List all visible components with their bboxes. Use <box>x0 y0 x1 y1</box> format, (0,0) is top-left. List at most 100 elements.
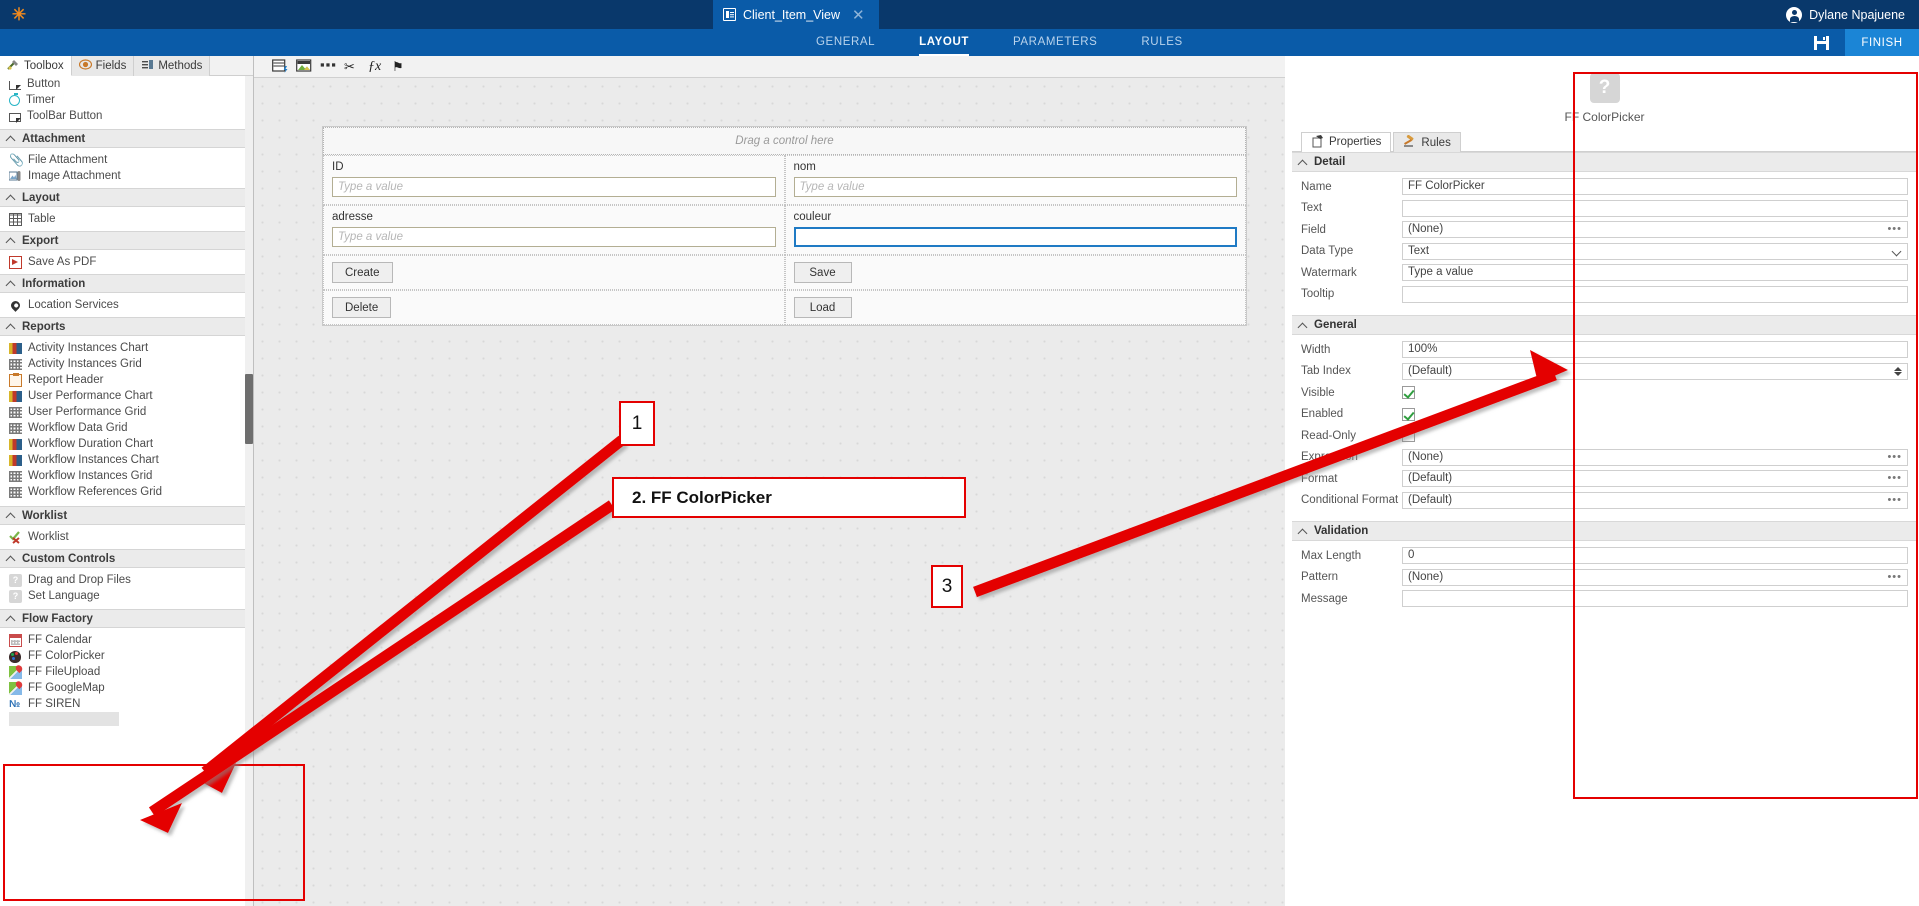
sidebar-item-ff-calendar[interactable]: FF Calendar <box>0 632 253 648</box>
sidebar-item-user-performance-grid[interactable]: User Performance Grid <box>0 404 253 420</box>
insert-field-icon[interactable] <box>272 59 288 74</box>
tab-properties[interactable]: Properties <box>1301 132 1391 152</box>
tab-parameters[interactable]: PARAMETERS <box>991 29 1119 56</box>
form-field-nom[interactable]: nom Type a value <box>785 155 1247 205</box>
flag-icon[interactable]: ⚑ <box>392 59 408 74</box>
tab-general[interactable]: GENERAL <box>794 29 897 56</box>
chevron-up-icon <box>7 614 16 623</box>
document-tab[interactable]: Client_Item_View ✕ <box>713 0 879 29</box>
function-icon[interactable]: ƒx <box>368 59 384 74</box>
sidebar-item-activity-instances-grid[interactable]: Activity Instances Grid <box>0 356 253 372</box>
sidebar-item-user-performance-chart[interactable]: User Performance Chart <box>0 388 253 404</box>
sidebar-item-image-attachment[interactable]: Image Attachment <box>0 168 253 184</box>
sidebar-item-button[interactable]: Button <box>0 76 253 92</box>
load-button[interactable]: Load <box>794 297 852 318</box>
canvas-toolbar: ▪▪▪ ✂a ƒx ⚑ <box>254 56 1285 78</box>
sidebar-group-flow-factory[interactable]: Flow Factory <box>0 609 253 628</box>
form-field-couleur[interactable]: couleur <box>785 205 1247 255</box>
property-label: Visible <box>1301 387 1402 399</box>
sidebar-item-worklist[interactable]: Worklist <box>0 529 253 545</box>
form-field-id[interactable]: ID Type a value <box>323 155 785 205</box>
sidebar-item-workflow-instances-chart[interactable]: Workflow Instances Chart <box>0 452 253 468</box>
value-text: FF ColorPicker <box>1408 179 1485 194</box>
tab-rules[interactable]: Rules <box>1393 132 1460 152</box>
floppy-save-icon[interactable] <box>1812 33 1831 52</box>
couleur-colorpicker-input[interactable] <box>794 227 1238 247</box>
property-label: Name <box>1301 181 1402 193</box>
visible-checkbox[interactable] <box>1402 386 1415 399</box>
sidebar-item-drag-and-drop-files[interactable]: ? Drag and Drop Files <box>0 572 253 588</box>
sidebar-item-workflow-duration-chart[interactable]: Workflow Duration Chart <box>0 436 253 452</box>
sidebar-item-label: Timer <box>26 94 55 106</box>
sidebar-item-report-header[interactable]: Report Header <box>0 372 253 388</box>
chevron-up-icon <box>7 554 16 563</box>
grid-icon <box>9 407 22 418</box>
tab-fields[interactable]: Fields <box>72 56 135 76</box>
id-input[interactable]: Type a value <box>332 177 776 197</box>
sidebar-item-activity-instances-chart[interactable]: Activity Instances Chart <box>0 340 253 356</box>
sidebar-item-workflow-references-grid[interactable]: Workflow References Grid <box>0 484 253 500</box>
sidebar-group-layout[interactable]: Layout <box>0 188 253 207</box>
read-only-checkbox[interactable] <box>1402 429 1415 442</box>
adresse-input[interactable]: Type a value <box>332 227 776 247</box>
tab-fields-label: Fields <box>96 60 127 72</box>
sidebar-item-ff-siren[interactable]: № FF SIREN <box>0 696 253 712</box>
finish-button[interactable]: FINISH <box>1845 29 1919 56</box>
sidebar-item-label: Worklist <box>28 531 69 543</box>
sidebar-item-label: FF FileUpload <box>28 666 100 678</box>
map-marker-icon <box>9 682 22 695</box>
timer-icon <box>9 95 20 106</box>
sidebar-item-location-services[interactable]: Location Services <box>0 297 253 313</box>
image-attachment-icon <box>9 170 22 183</box>
sidebar-item-set-language[interactable]: ? Set Language <box>0 588 253 604</box>
grid-icon <box>9 359 22 370</box>
insert-image-icon[interactable] <box>296 59 312 74</box>
property-label: Width <box>1301 344 1402 356</box>
sidebar-item-timer[interactable]: Timer <box>0 92 253 108</box>
chevron-up-icon <box>7 322 16 331</box>
sidebar-item-table[interactable]: Table <box>0 211 253 227</box>
grid-icon <box>9 487 22 498</box>
annotation-marker-1: 1 <box>619 401 655 446</box>
sidebar-group-custom-controls[interactable]: Custom Controls <box>0 549 253 568</box>
form-field-adresse[interactable]: adresse Type a value <box>323 205 785 255</box>
save-button[interactable]: Save <box>794 262 852 283</box>
sidebar-group-attachment[interactable]: Attachment <box>0 129 253 148</box>
sidebar-group-label: Worklist <box>22 510 67 522</box>
user-menu[interactable]: Dylane Npajuene <box>1786 0 1905 29</box>
sidebar-group-information[interactable]: Information <box>0 274 253 293</box>
sidebar-group-worklist[interactable]: Worklist <box>0 506 253 525</box>
sidebar-item-toolbar-button[interactable]: ToolBar Button <box>0 108 253 124</box>
more-options-icon[interactable]: ▪▪▪ <box>320 59 336 74</box>
sidebar-item-workflow-data-grid[interactable]: Workflow Data Grid <box>0 420 253 436</box>
tab-layout[interactable]: LAYOUT <box>897 29 991 56</box>
sidebar-scrollbar-thumb[interactable] <box>245 374 253 444</box>
tab-methods[interactable]: Methods <box>134 56 210 76</box>
nom-input[interactable]: Type a value <box>794 177 1238 197</box>
sidebar-item-ff-googlemap[interactable]: FF GoogleMap <box>0 680 253 696</box>
sidebar-item-ff-colorpicker[interactable]: FF ColorPicker <box>0 648 253 664</box>
sidebar-item-save-as-pdf[interactable]: Save As PDF <box>0 254 253 270</box>
field-label: ID <box>332 161 776 173</box>
sidebar-group-export[interactable]: Export <box>0 231 253 250</box>
map-pin-icon <box>9 299 22 312</box>
sidebar-item-ff-fileupload[interactable]: FF FileUpload <box>0 664 253 680</box>
bar-chart-icon <box>9 439 22 450</box>
chevron-up-icon <box>7 236 16 245</box>
enabled-checkbox[interactable] <box>1402 408 1415 421</box>
sidebar-group-reports[interactable]: Reports <box>0 317 253 336</box>
sidebar-item-workflow-instances-grid[interactable]: Workflow Instances Grid <box>0 468 253 484</box>
sidebar-item-file-attachment[interactable]: 📎 File Attachment <box>0 152 253 168</box>
sidebar-group-label: Layout <box>22 192 60 204</box>
delete-button[interactable]: Delete <box>332 297 391 318</box>
close-icon[interactable]: ✕ <box>852 6 865 24</box>
create-button[interactable]: Create <box>332 262 393 283</box>
property-label: Format <box>1301 473 1402 485</box>
drop-zone[interactable]: Drag a control here <box>323 127 1246 155</box>
cut-expression-icon[interactable]: ✂a <box>344 59 360 74</box>
sidebar-item-label: Workflow Duration Chart <box>28 438 153 450</box>
property-label: Watermark <box>1301 267 1402 279</box>
tab-rules[interactable]: RULES <box>1119 29 1204 56</box>
annotation-marker-2: 2. FF ColorPicker <box>612 477 966 518</box>
tab-toolbox[interactable]: Toolbox <box>0 56 72 76</box>
